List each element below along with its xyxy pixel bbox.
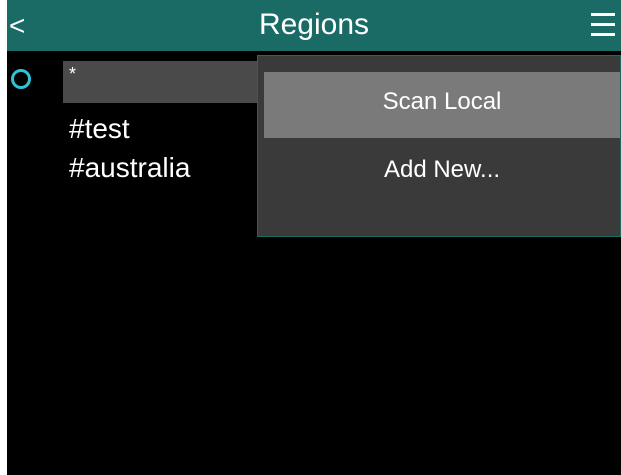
options-menu: Scan Local Add New... bbox=[257, 55, 621, 237]
list-item-test[interactable]: #test bbox=[63, 109, 130, 149]
page-title: Regions bbox=[258, 8, 370, 41]
menu-line bbox=[591, 23, 615, 26]
top-bar: < Regions bbox=[7, 0, 621, 51]
add-new-menu-item[interactable]: Add New... bbox=[264, 140, 620, 206]
list-item-australia[interactable]: #australia bbox=[63, 148, 190, 188]
list-item-all[interactable]: * bbox=[63, 61, 263, 103]
menu-line bbox=[591, 13, 615, 16]
back-button[interactable]: < bbox=[9, 6, 37, 46]
menu-line bbox=[591, 33, 615, 36]
scan-local-menu-item[interactable]: Scan Local bbox=[264, 72, 620, 138]
hamburger-menu-icon[interactable] bbox=[589, 10, 619, 40]
radio-ring-icon[interactable] bbox=[11, 69, 31, 89]
device-screen: < Regions * #test #australia Scan Local … bbox=[7, 0, 621, 475]
